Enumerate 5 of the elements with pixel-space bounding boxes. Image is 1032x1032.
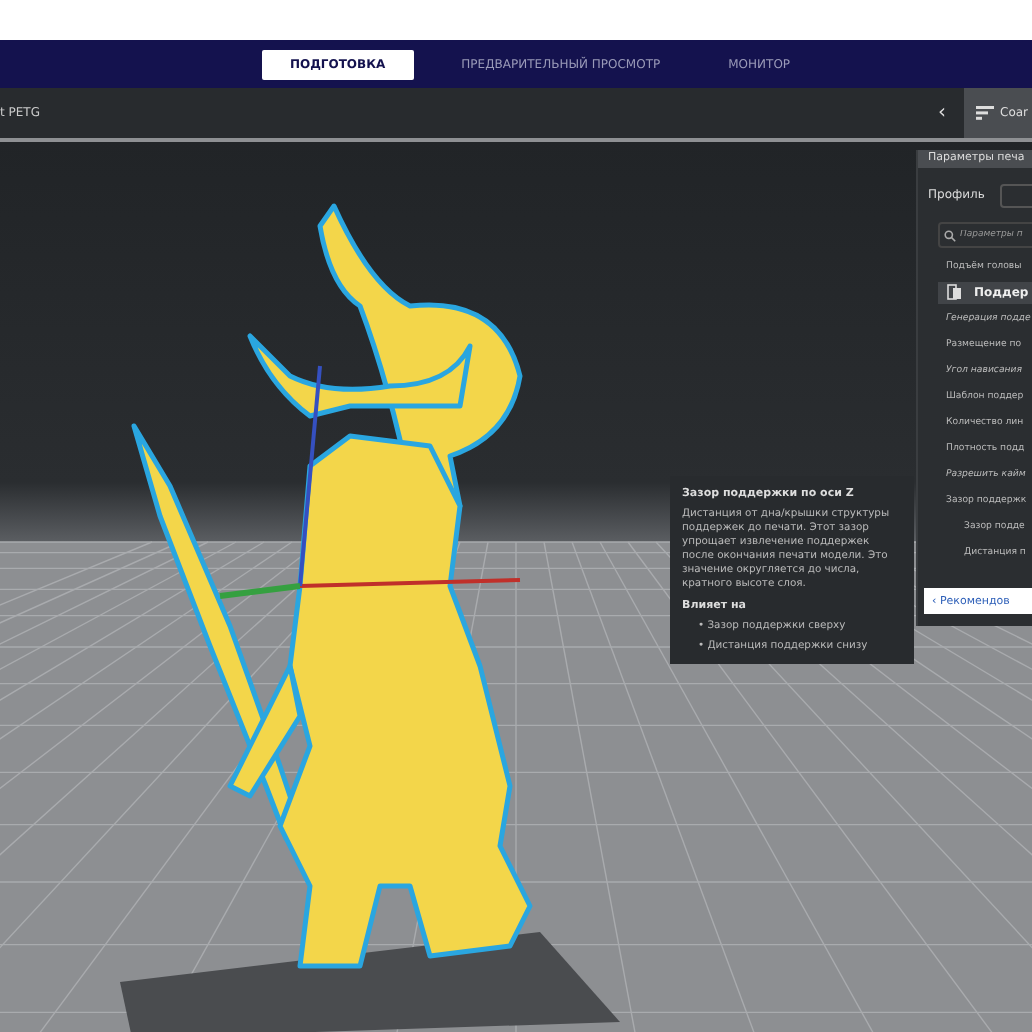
collapse-button[interactable]: ‹: [920, 100, 964, 126]
search-icon: [944, 229, 956, 241]
sliders-icon: [976, 106, 994, 120]
profile-dropdown[interactable]: [1000, 183, 1032, 207]
support-icon: [946, 284, 962, 300]
